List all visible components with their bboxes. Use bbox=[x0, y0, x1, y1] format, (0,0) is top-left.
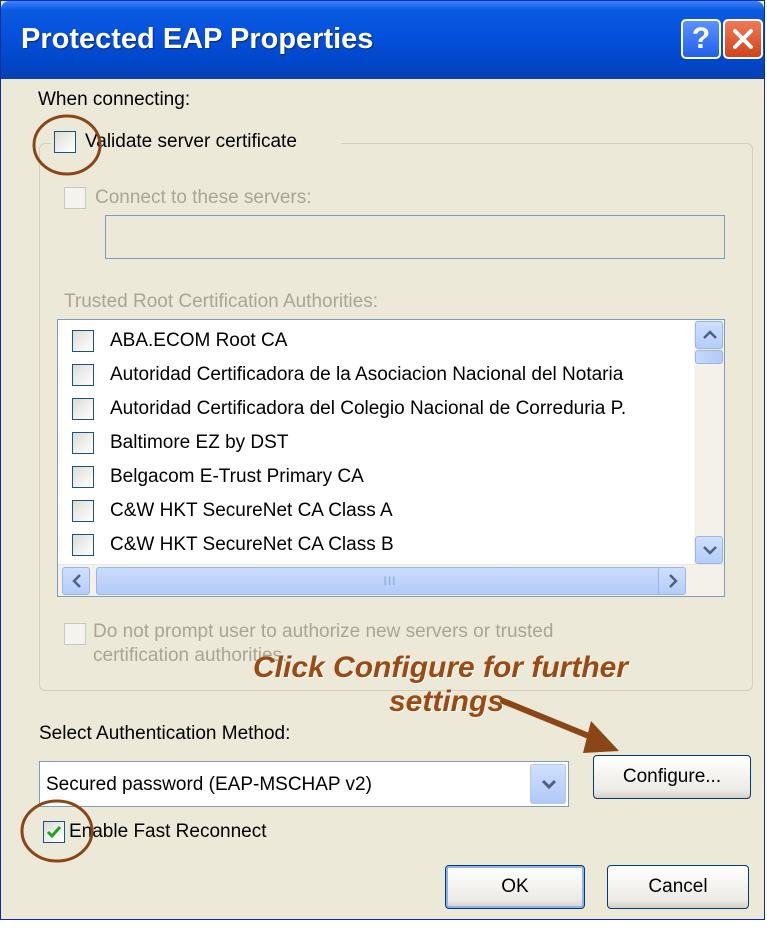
chevron-down-icon bbox=[541, 779, 557, 789]
list-item-label: Autoridad Certificadora de la Asociacion… bbox=[110, 364, 624, 385]
auth-method-label: Select Authentication Method: bbox=[39, 723, 291, 744]
servers-input[interactable] bbox=[105, 215, 725, 259]
list-item-label: C&W HKT SecureNet CA Class B bbox=[110, 534, 394, 555]
annotation-circle-validate bbox=[32, 114, 102, 176]
validate-server-cert-label: Validate server certificate bbox=[85, 131, 297, 152]
annotation-text-line1: Click Configure for further bbox=[253, 651, 629, 684]
annotation-circle-reconnect bbox=[20, 799, 94, 863]
annotation-arrow-icon bbox=[500, 698, 619, 753]
do-not-prompt-label-line1: Do not prompt user to authorize new serv… bbox=[93, 621, 554, 642]
list-item-label: Baltimore EZ by DST bbox=[110, 432, 289, 453]
list-item-label: Belgacom E-Trust Primary CA bbox=[110, 466, 364, 487]
chevron-down-icon bbox=[703, 546, 717, 555]
list-item-label: C&W HKT SecureNet CA Class A bbox=[110, 500, 393, 521]
when-connecting-label: When connecting: bbox=[38, 89, 191, 110]
chevron-right-icon bbox=[669, 574, 678, 588]
auth-method-dropdown[interactable]: Secured password (EAP-MSCHAP v2) bbox=[39, 761, 569, 807]
list-item[interactable]: Belgacom E-Trust Primary CA bbox=[58, 460, 698, 494]
list-item-checkbox[interactable] bbox=[72, 534, 94, 556]
help-button[interactable]: ? bbox=[681, 19, 721, 59]
cancel-button[interactable]: Cancel bbox=[607, 865, 749, 909]
question-mark-icon: ? bbox=[691, 22, 711, 55]
ok-button[interactable]: OK bbox=[445, 865, 585, 909]
scroll-grip-icon: III bbox=[383, 574, 397, 588]
do-not-prompt-checkbox[interactable] bbox=[64, 623, 86, 645]
list-item-label: Autoridad Certificadora del Colegio Naci… bbox=[110, 398, 627, 419]
list-item[interactable]: C&W HKT SecureNet CA Class A bbox=[58, 494, 698, 528]
vertical-scrollbar[interactable] bbox=[694, 320, 724, 566]
close-icon bbox=[733, 29, 753, 49]
connect-to-servers-checkbox[interactable] bbox=[64, 187, 86, 209]
list-item-checkbox[interactable] bbox=[72, 432, 94, 454]
scroll-up-button[interactable] bbox=[695, 321, 723, 349]
list-item[interactable]: ABA.ECOM Root CA bbox=[58, 324, 698, 358]
horizontal-scrollbar[interactable]: III bbox=[58, 564, 724, 596]
annotation-text-line2: settings bbox=[389, 685, 505, 718]
list-item-checkbox[interactable] bbox=[72, 500, 94, 522]
enable-fast-reconnect-label: Enable Fast Reconnect bbox=[69, 821, 267, 842]
list-item-checkbox[interactable] bbox=[72, 330, 94, 352]
title-bar[interactable]: Protected EAP Properties ? bbox=[1, 1, 764, 79]
list-item-checkbox[interactable] bbox=[72, 364, 94, 386]
horizontal-scroll-thumb[interactable]: III bbox=[96, 567, 684, 595]
window-title: Protected EAP Properties bbox=[21, 23, 374, 55]
list-item-checkbox[interactable] bbox=[72, 398, 94, 420]
list-item[interactable]: C&W HKT SecureNet CA Class B bbox=[58, 528, 698, 562]
scroll-down-button[interactable] bbox=[695, 536, 723, 564]
trusted-root-label: Trusted Root Certification Authorities: bbox=[64, 291, 378, 312]
list-item[interactable]: Autoridad Certificadora del Colegio Naci… bbox=[58, 392, 698, 426]
list-item[interactable]: Autoridad Certificadora de la Asociacion… bbox=[58, 358, 698, 392]
scroll-right-button[interactable] bbox=[658, 567, 686, 595]
dialog-window: Protected EAP Properties ? When connecti… bbox=[0, 0, 765, 920]
chevron-up-icon bbox=[703, 330, 717, 339]
list-item-label: ABA.ECOM Root CA bbox=[110, 330, 288, 351]
vertical-scroll-thumb[interactable] bbox=[695, 350, 723, 364]
close-button[interactable] bbox=[723, 19, 763, 59]
configure-button[interactable]: Configure... bbox=[593, 755, 751, 799]
trusted-root-listbox[interactable]: ABA.ECOM Root CA Autoridad Certificadora… bbox=[57, 319, 725, 597]
auth-method-value: Secured password (EAP-MSCHAP v2) bbox=[46, 774, 372, 795]
scroll-left-button[interactable] bbox=[62, 567, 90, 595]
chevron-left-icon bbox=[72, 574, 81, 588]
connect-to-servers-label: Connect to these servers: bbox=[95, 187, 312, 208]
list-item[interactable]: Baltimore EZ by DST bbox=[58, 426, 698, 460]
list-item-checkbox[interactable] bbox=[72, 466, 94, 488]
dropdown-arrow-button[interactable] bbox=[530, 764, 566, 804]
